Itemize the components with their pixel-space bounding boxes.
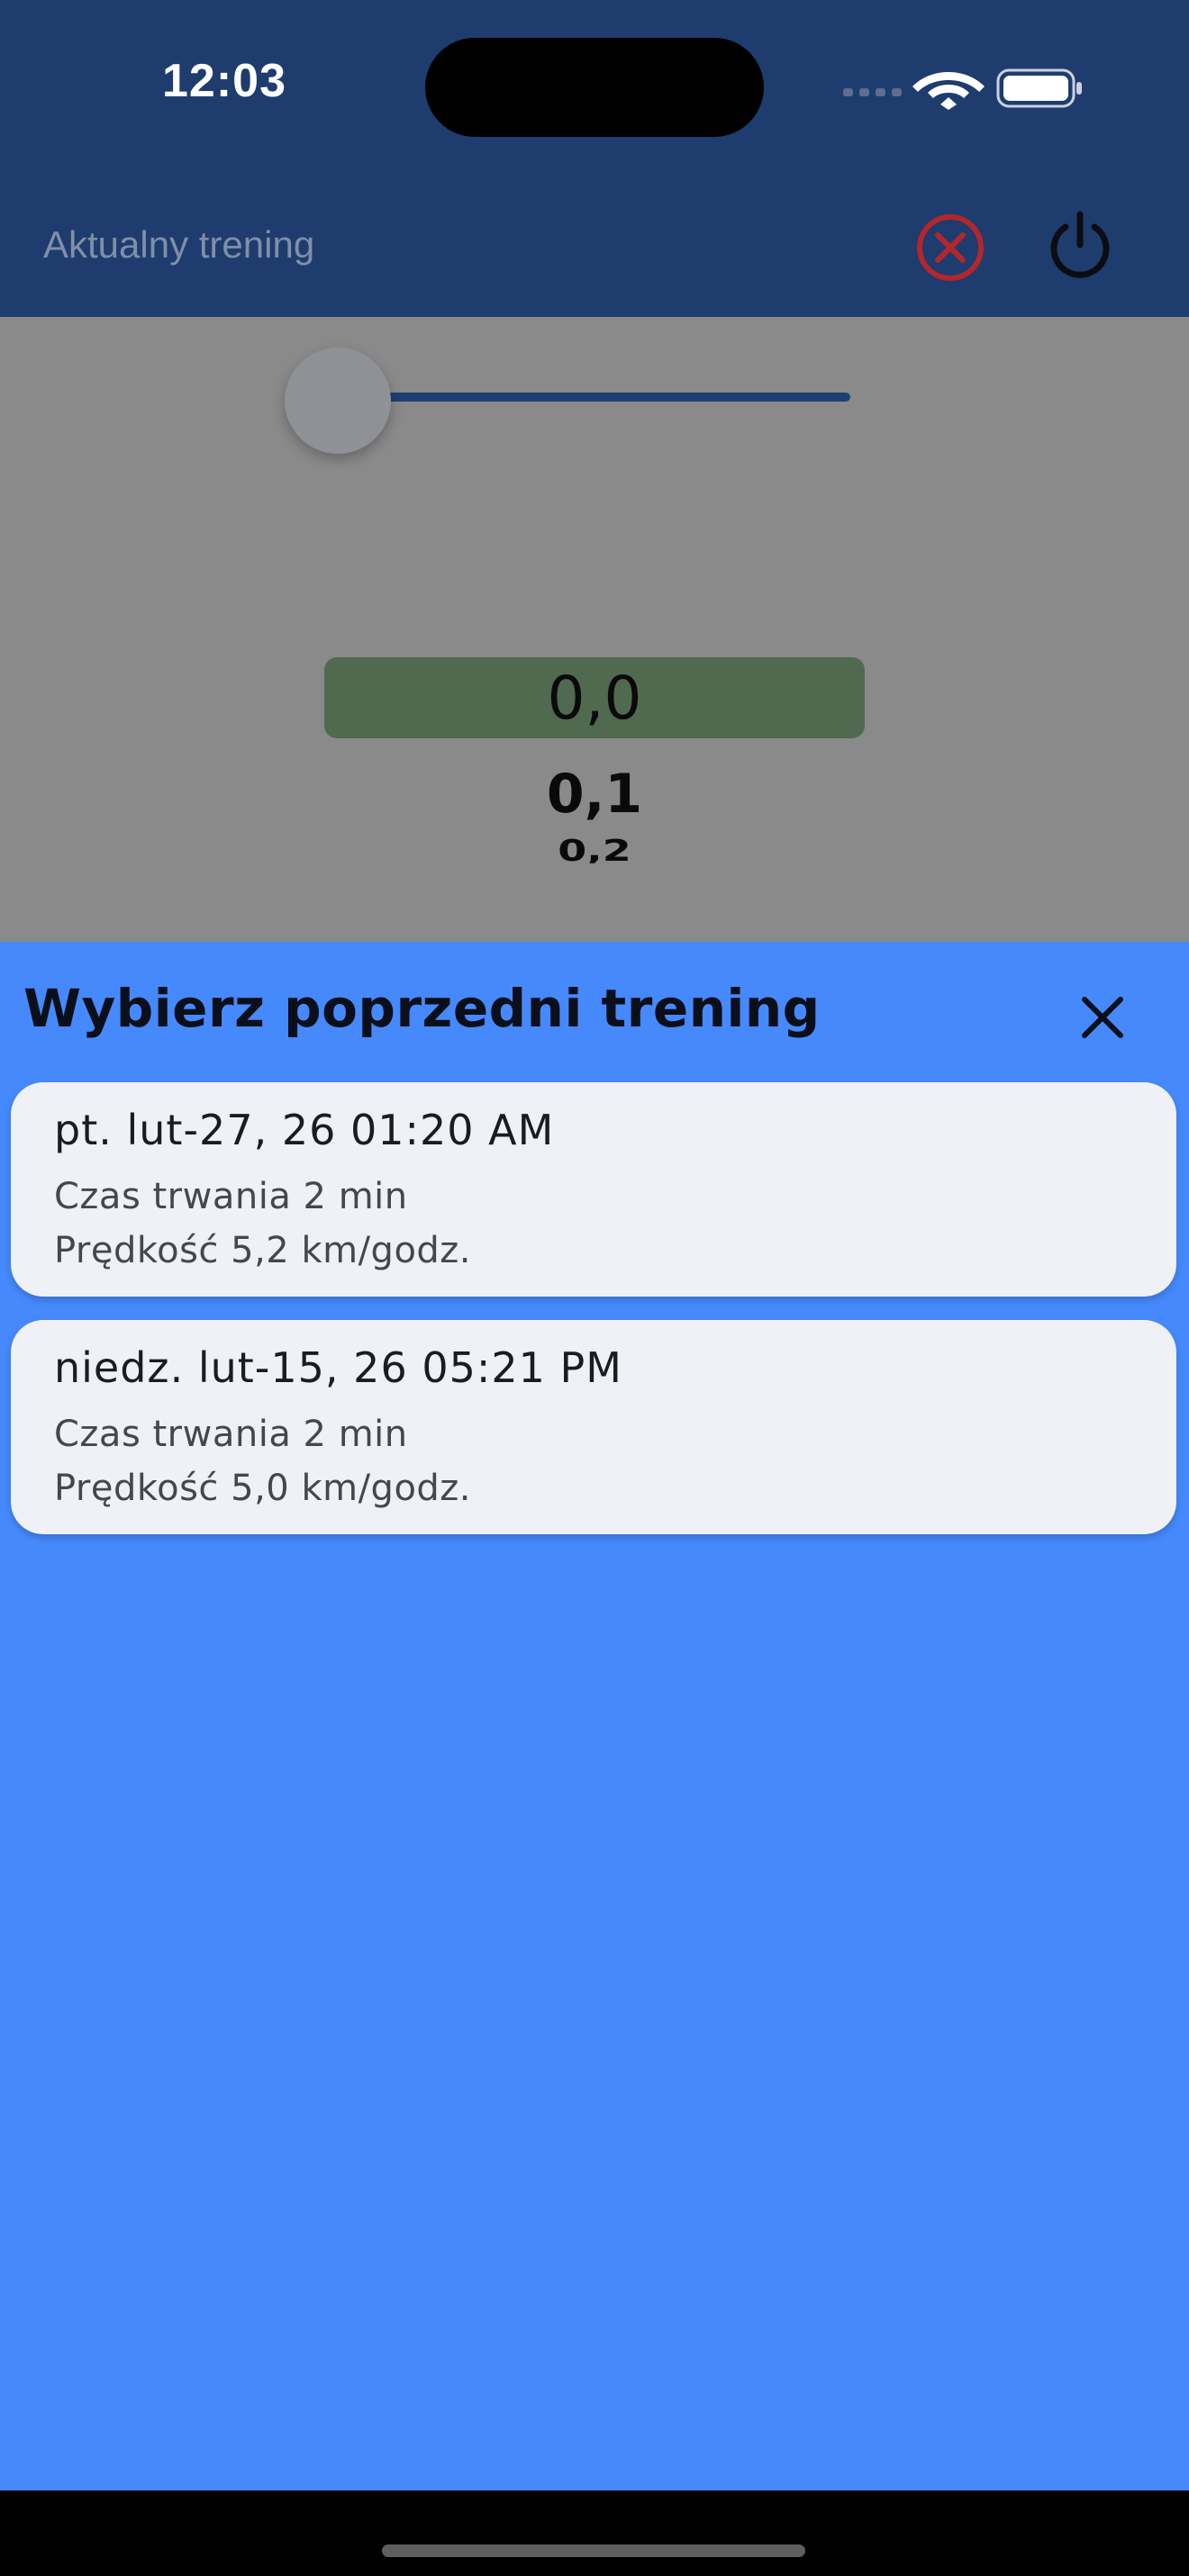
- workout-content: 0,0 0,1 0,2: [0, 317, 1189, 942]
- power-button[interactable]: [1041, 207, 1119, 285]
- status-icons: [843, 68, 1082, 110]
- page-title: Aktualny trening: [43, 223, 315, 266]
- power-icon: [1050, 211, 1110, 278]
- workout-duration: Czas trwania 2 min: [54, 1176, 408, 1217]
- sheet-close-button[interactable]: [1068, 983, 1137, 1052]
- cancel-workout-button[interactable]: [912, 209, 989, 286]
- workout-duration: Czas trwania 2 min: [54, 1414, 408, 1455]
- speed-picker-value[interactable]: 0,2: [324, 837, 865, 863]
- workout-list-item[interactable]: pt. lut-27, 26 01:20 AM Czas trwania 2 m…: [11, 1082, 1176, 1297]
- workout-date: pt. lut-27, 26 01:20 AM: [54, 1106, 555, 1154]
- cancel-circle-icon: [917, 214, 984, 281]
- status-time: 12:03: [162, 55, 286, 107]
- app-header: 12:03 Aktualny trening: [0, 0, 1189, 317]
- speed-slider-track[interactable]: [360, 393, 850, 402]
- workout-speed: Prędkość 5,2 km/godz.: [54, 1230, 472, 1271]
- workout-date: niedz. lut-15, 26 05:21 PM: [54, 1343, 622, 1392]
- speed-picker-value[interactable]: 0,1: [324, 762, 865, 827]
- sheet-title: Wybierz poprzedni trening: [23, 978, 821, 1039]
- wifi-icon: [912, 72, 985, 110]
- cellular-signal-icon: [843, 88, 902, 96]
- dynamic-island: [425, 38, 764, 137]
- home-indicator[interactable]: [382, 2544, 805, 2557]
- close-icon: [1082, 997, 1123, 1038]
- previous-workouts-sheet: Wybierz poprzedni trening pt. lut-27, 26…: [0, 942, 1189, 2490]
- battery-icon: [996, 68, 1082, 108]
- speed-picker-value-selected[interactable]: 0,0: [324, 663, 865, 735]
- speed-slider-thumb[interactable]: [285, 348, 391, 454]
- workout-list-item[interactable]: niedz. lut-15, 26 05:21 PM Czas trwania …: [11, 1320, 1176, 1534]
- workout-speed: Prędkość 5,0 km/godz.: [54, 1468, 472, 1509]
